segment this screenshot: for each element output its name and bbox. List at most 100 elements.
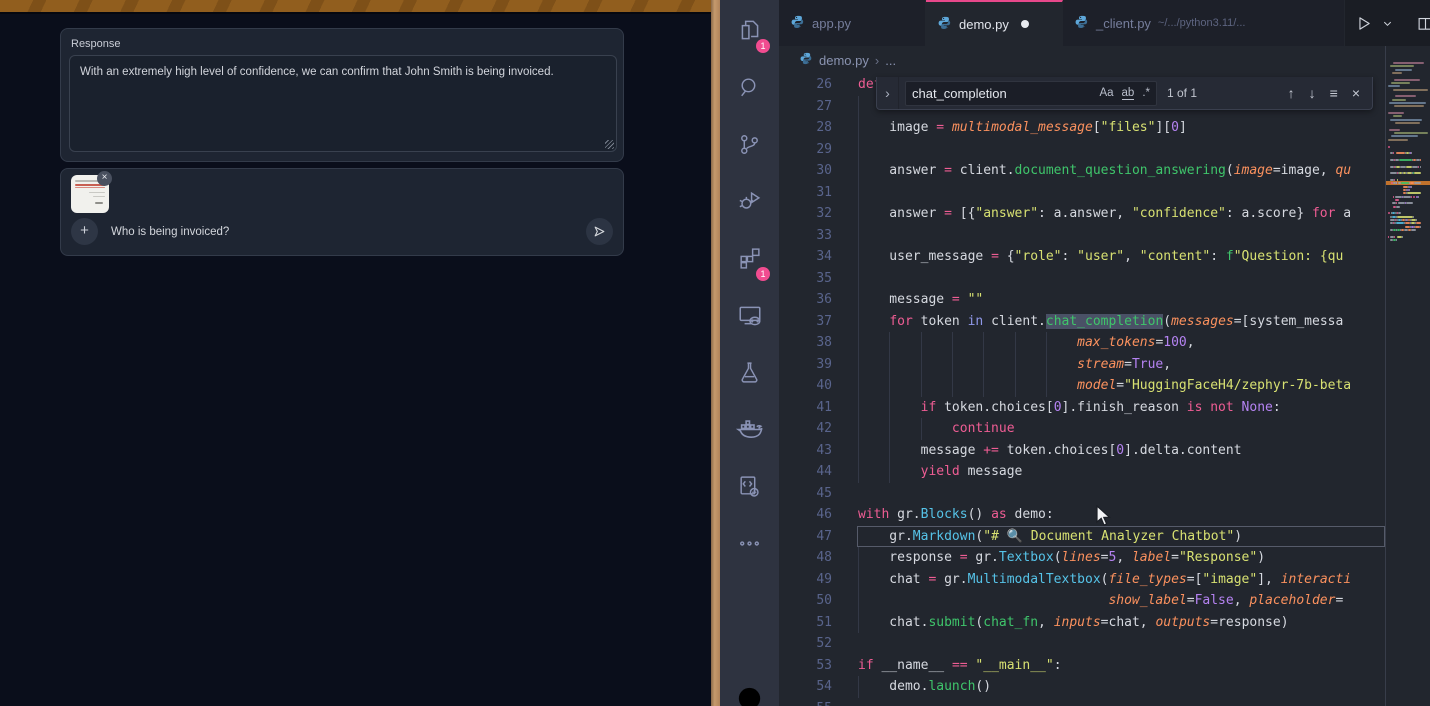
editor-actions xyxy=(1345,0,1430,46)
code-line-38[interactable]: 38 max_tokens=100, xyxy=(779,332,1385,354)
badge: 1 xyxy=(756,39,770,53)
code-line-43[interactable]: 43 message += token.choices[0].delta.con… xyxy=(779,440,1385,462)
find-query[interactable]: chat_completion xyxy=(912,86,1091,101)
line-number: 53 xyxy=(779,655,832,677)
find-in-selection-icon[interactable]: ≡ xyxy=(1330,85,1338,101)
line-number: 49 xyxy=(779,569,832,591)
activity-item-account[interactable] xyxy=(720,685,779,706)
code-line-49[interactable]: 49 chat = gr.MultimodalTextbox(file_type… xyxy=(779,569,1385,591)
code-line-35[interactable]: 35 xyxy=(779,268,1385,290)
code-line-50[interactable]: 50 show_label=False, placeholder= xyxy=(779,590,1385,612)
remove-attachment-button[interactable]: × xyxy=(97,171,112,186)
regex-icon[interactable]: .* xyxy=(1142,87,1150,99)
screen: Response With an extremely high level of… xyxy=(0,0,1430,706)
python-file-icon xyxy=(791,15,805,32)
code-line-30[interactable]: 30 answer = client.document_question_ans… xyxy=(779,160,1385,182)
code-line-51[interactable]: 51 chat.submit(chat_fn, inputs=chat, out… xyxy=(779,612,1385,634)
chat-message-input[interactable]: Who is being invoiced? xyxy=(111,226,586,238)
code-line-33[interactable]: 33 xyxy=(779,225,1385,247)
activity-item-run-debug[interactable] xyxy=(720,175,779,232)
send-button[interactable] xyxy=(586,218,613,245)
find-widget: › chat_completion Aa ab .* 1 of 1 ↑ ↓ ≡ … xyxy=(876,77,1373,110)
find-next-icon[interactable]: ↓ xyxy=(1309,85,1316,101)
gradio-app-panel: Response With an extremely high level of… xyxy=(0,0,711,706)
code-line-54[interactable]: 54 demo.launch() xyxy=(779,676,1385,698)
code-line-55[interactable]: 55 xyxy=(779,698,1385,706)
code-line-39[interactable]: 39 stream=True, xyxy=(779,354,1385,376)
response-textarea[interactable]: With an extremely high level of confiden… xyxy=(69,55,617,152)
code-line-36[interactable]: 36 message = "" xyxy=(779,289,1385,311)
docker-icon xyxy=(736,416,763,448)
code-line-44[interactable]: 44 yield message xyxy=(779,461,1385,483)
tab-_client.py[interactable]: _client.py~/.../python3.11/... xyxy=(1063,0,1345,46)
split-editor-icon[interactable] xyxy=(1417,15,1430,32)
activity-item-more[interactable] xyxy=(720,517,779,574)
code-line-45[interactable]: 45 xyxy=(779,483,1385,505)
python-file-icon xyxy=(1075,15,1089,32)
python-file-icon xyxy=(800,52,813,68)
line-number: 42 xyxy=(779,418,832,440)
close-find-icon[interactable]: × xyxy=(1352,85,1360,101)
paper-plane-icon xyxy=(593,225,606,238)
activity-item-extensions[interactable]: 1 xyxy=(720,232,779,289)
activity-item-container-tools[interactable] xyxy=(720,460,779,517)
find-input[interactable]: chat_completion Aa ab .* xyxy=(905,81,1157,106)
line-number: 44 xyxy=(779,461,832,483)
line-number: 48 xyxy=(779,547,832,569)
line-number: 26 xyxy=(779,74,832,96)
line-number: 29 xyxy=(779,139,832,161)
account-icon xyxy=(736,685,763,706)
activity-item-source-control[interactable] xyxy=(720,118,779,175)
line-number: 54 xyxy=(779,676,832,698)
unsaved-dot-icon[interactable] xyxy=(1021,20,1029,28)
code-line-31[interactable]: 31 xyxy=(779,182,1385,204)
activity-item-explorer[interactable]: 1 xyxy=(720,4,779,61)
toggle-replace-chevron-icon[interactable]: › xyxy=(877,77,899,109)
line-number: 41 xyxy=(779,397,832,419)
line-number: 47 xyxy=(779,526,832,548)
code-line-41[interactable]: 41 if token.choices[0].finish_reason is … xyxy=(779,397,1385,419)
code-line-48[interactable]: 48 response = gr.Textbox(lines=5, label=… xyxy=(779,547,1385,569)
tab-path: ~/.../python3.11/... xyxy=(1158,17,1246,29)
run-dropdown-chevron-icon[interactable] xyxy=(1382,18,1393,29)
code-line-34[interactable]: 34 user_message = {"role": "user", "cont… xyxy=(779,246,1385,268)
line-number: 36 xyxy=(779,289,832,311)
find-previous-icon[interactable]: ↑ xyxy=(1288,85,1295,101)
activity-item-testing[interactable] xyxy=(720,346,779,403)
tab-demo.py[interactable]: demo.py xyxy=(926,0,1063,46)
breadcrumb-more[interactable]: ... xyxy=(885,53,896,68)
code-line-47[interactable]: 47 gr.Markdown("# 🔍 Document Analyzer Ch… xyxy=(779,526,1385,548)
tab-app.py[interactable]: app.py xyxy=(779,0,926,46)
find-results-count: 1 of 1 xyxy=(1167,86,1197,100)
resize-handle[interactable] xyxy=(605,140,614,149)
code-line-53[interactable]: 53if __name__ == "__main__": xyxy=(779,655,1385,677)
panel-divider[interactable] xyxy=(711,0,720,706)
code-line-52[interactable]: 52 xyxy=(779,633,1385,655)
code-line-28[interactable]: 28 image = multimodal_message["files"][0… xyxy=(779,117,1385,139)
line-number: 51 xyxy=(779,612,832,634)
code-line-46[interactable]: 46with gr.Blocks() as demo: xyxy=(779,504,1385,526)
source-control-icon xyxy=(737,132,762,162)
code-line-42[interactable]: 42 continue xyxy=(779,418,1385,440)
code-editor[interactable]: 26def2728 image = multimodal_message["fi… xyxy=(779,74,1385,706)
match-case-icon[interactable]: Aa xyxy=(1099,87,1113,99)
chat-input-group: × + Who is being invoiced? xyxy=(60,168,624,256)
activity-item-docker[interactable] xyxy=(720,403,779,460)
whole-word-icon[interactable]: ab xyxy=(1122,87,1135,100)
code-line-32[interactable]: 32 answer = [{"answer": a.answer, "confi… xyxy=(779,203,1385,225)
activity-bar: 11 xyxy=(720,0,779,706)
line-number: 32 xyxy=(779,203,832,225)
activity-item-search[interactable] xyxy=(720,61,779,118)
more-icon xyxy=(737,531,762,561)
breadcrumb[interactable]: demo.py › ... xyxy=(779,46,1385,74)
run-button-icon[interactable] xyxy=(1355,15,1372,32)
line-number: 30 xyxy=(779,160,832,182)
minimap[interactable] xyxy=(1385,46,1430,706)
activity-item-remote-explorer[interactable] xyxy=(720,289,779,346)
breadcrumb-file[interactable]: demo.py xyxy=(819,53,869,68)
code-line-40[interactable]: 40 model="HuggingFaceH4/zephyr-7b-beta xyxy=(779,375,1385,397)
tab-bar: app.py demo.py _client.py~/.../python3.1… xyxy=(779,0,1430,46)
add-file-button[interactable]: + xyxy=(71,218,98,245)
code-line-29[interactable]: 29 xyxy=(779,139,1385,161)
code-line-37[interactable]: 37 for token in client.chat_completion(m… xyxy=(779,311,1385,333)
